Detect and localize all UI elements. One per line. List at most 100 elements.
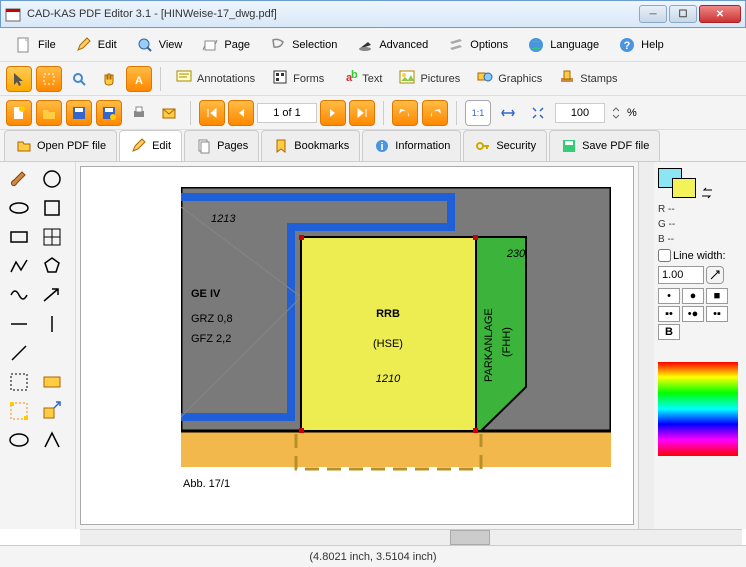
canvas[interactable]: 1213 GE IV GRZ 0,8 GFZ 2,2 RRB (HSE) 121… xyxy=(80,166,634,525)
menu-options[interactable]: Options xyxy=(438,31,516,59)
view-icon xyxy=(135,35,155,55)
menu-page[interactable]: Page xyxy=(192,31,258,59)
help-icon: ? xyxy=(617,35,637,55)
marquee-tool[interactable] xyxy=(4,369,34,395)
hand-tool-button[interactable] xyxy=(96,66,122,92)
open-button[interactable] xyxy=(36,100,62,126)
saveas-button[interactable] xyxy=(96,100,122,126)
menu-edit[interactable]: Edit xyxy=(66,31,125,59)
rect-tool[interactable] xyxy=(4,224,34,250)
cap-square[interactable]: ■ xyxy=(706,288,728,304)
svg-text:Abb. 17/1: Abb. 17/1 xyxy=(183,478,230,490)
prev-page-button[interactable] xyxy=(228,100,254,126)
grid-tool[interactable] xyxy=(37,224,67,250)
cap-round[interactable]: ● xyxy=(682,288,704,304)
save-button[interactable] xyxy=(66,100,92,126)
vline-tool[interactable] xyxy=(37,311,67,337)
polygon-tool[interactable] xyxy=(37,253,67,279)
menu-help[interactable]: ?Help xyxy=(609,31,672,59)
fillrect-tool[interactable] xyxy=(37,369,67,395)
join-miter[interactable]: ▪• xyxy=(658,306,680,322)
svg-text:GFZ 2,2: GFZ 2,2 xyxy=(191,333,231,345)
brush-tool[interactable] xyxy=(4,166,34,192)
linewidth-checkbox[interactable] xyxy=(658,249,671,262)
email-button[interactable] xyxy=(156,100,182,126)
graphics-group[interactable]: Graphics xyxy=(470,66,548,91)
new-button[interactable] xyxy=(6,100,32,126)
color-swatches[interactable] xyxy=(658,168,742,200)
menu-language[interactable]: Language xyxy=(518,31,607,59)
minimize-button[interactable]: ─ xyxy=(639,5,667,23)
tab-info[interactable]: iInformation xyxy=(362,130,461,161)
arrow-tool[interactable] xyxy=(37,282,67,308)
select-poly-tool[interactable] xyxy=(4,398,34,424)
linewidth-input[interactable] xyxy=(658,266,704,284)
fit-width-button[interactable] xyxy=(495,100,521,126)
last-page-button[interactable] xyxy=(349,100,375,126)
info-icon: i xyxy=(373,137,391,155)
menubar: File Edit View Page Selection Advanced O… xyxy=(0,28,746,62)
pencil-icon xyxy=(130,137,148,155)
pictures-group[interactable]: Pictures xyxy=(392,66,466,91)
maximize-button[interactable]: ☐ xyxy=(669,5,697,23)
arrow-tool-button[interactable] xyxy=(6,66,32,92)
angle-tool[interactable] xyxy=(37,427,67,453)
zoom-tool-button[interactable] xyxy=(66,66,92,92)
text-group[interactable]: abText xyxy=(334,66,388,91)
menu-selection[interactable]: Selection xyxy=(260,31,345,59)
circle-tool[interactable] xyxy=(37,166,67,192)
tab-open[interactable]: Open PDF file xyxy=(4,130,117,161)
join-round[interactable]: •● xyxy=(682,306,704,322)
color-picker[interactable] xyxy=(658,362,738,456)
menu-file[interactable]: File xyxy=(6,31,64,59)
page-input[interactable] xyxy=(257,103,317,123)
swatch-bg[interactable] xyxy=(672,178,696,198)
polyline-tool[interactable] xyxy=(4,253,34,279)
line-style-grid: • ● ■ ▪• •● •▪ B xyxy=(658,288,742,340)
resize-tool[interactable] xyxy=(37,398,67,424)
redo-button[interactable] xyxy=(422,100,448,126)
window-title: CAD-KAS PDF Editor 3.1 - [HINWeise-17_dw… xyxy=(27,8,639,20)
tab-security[interactable]: Security xyxy=(463,130,547,161)
square-tool[interactable] xyxy=(37,195,67,221)
hline-tool[interactable] xyxy=(4,311,34,337)
undo-button[interactable] xyxy=(392,100,418,126)
ellipse-tool[interactable] xyxy=(4,195,34,221)
stamps-group[interactable]: Stamps xyxy=(552,66,623,91)
fillellipse-tool[interactable] xyxy=(4,427,34,453)
annotations-icon xyxy=(175,68,193,89)
next-page-button[interactable] xyxy=(320,100,346,126)
svg-text:(HSE): (HSE) xyxy=(373,338,403,350)
cap-butt[interactable]: • xyxy=(658,288,680,304)
forms-group[interactable]: Forms xyxy=(265,66,330,91)
key-icon xyxy=(474,137,492,155)
line-tool[interactable] xyxy=(4,340,34,366)
tab-bookmarks[interactable]: Bookmarks xyxy=(261,130,360,161)
close-button[interactable]: ✕ xyxy=(699,5,741,23)
tab-save[interactable]: Save PDF file xyxy=(549,130,660,161)
menu-view[interactable]: View xyxy=(127,31,191,59)
fit-page-button[interactable] xyxy=(525,100,551,126)
join-bevel[interactable]: •▪ xyxy=(706,306,728,322)
vertical-scrollbar[interactable] xyxy=(638,162,654,529)
svg-text:(FHH): (FHH) xyxy=(501,327,513,357)
zoom-spinner[interactable] xyxy=(609,100,623,126)
curve-tool[interactable] xyxy=(4,282,34,308)
linewidth-picker-button[interactable] xyxy=(706,266,724,284)
swap-colors-icon[interactable] xyxy=(700,186,714,200)
first-page-button[interactable] xyxy=(199,100,225,126)
svg-text:1210: 1210 xyxy=(376,373,401,385)
horizontal-scrollbar[interactable] xyxy=(80,529,742,545)
fit-11-button[interactable]: 1:1 xyxy=(465,100,491,126)
text-tool-button[interactable]: A xyxy=(126,66,152,92)
style-b[interactable]: B xyxy=(658,324,680,340)
tab-pages[interactable]: Pages xyxy=(184,130,259,161)
tab-edit[interactable]: Edit xyxy=(119,130,182,161)
zoom-input[interactable] xyxy=(555,103,605,123)
menu-advanced[interactable]: Advanced xyxy=(347,31,436,59)
blank-tool xyxy=(37,340,67,366)
print-button[interactable] xyxy=(126,100,152,126)
linewidth-row: Line width: xyxy=(658,249,742,262)
select-tool-button[interactable] xyxy=(36,66,62,92)
annotations-group[interactable]: Annotations xyxy=(169,66,261,91)
